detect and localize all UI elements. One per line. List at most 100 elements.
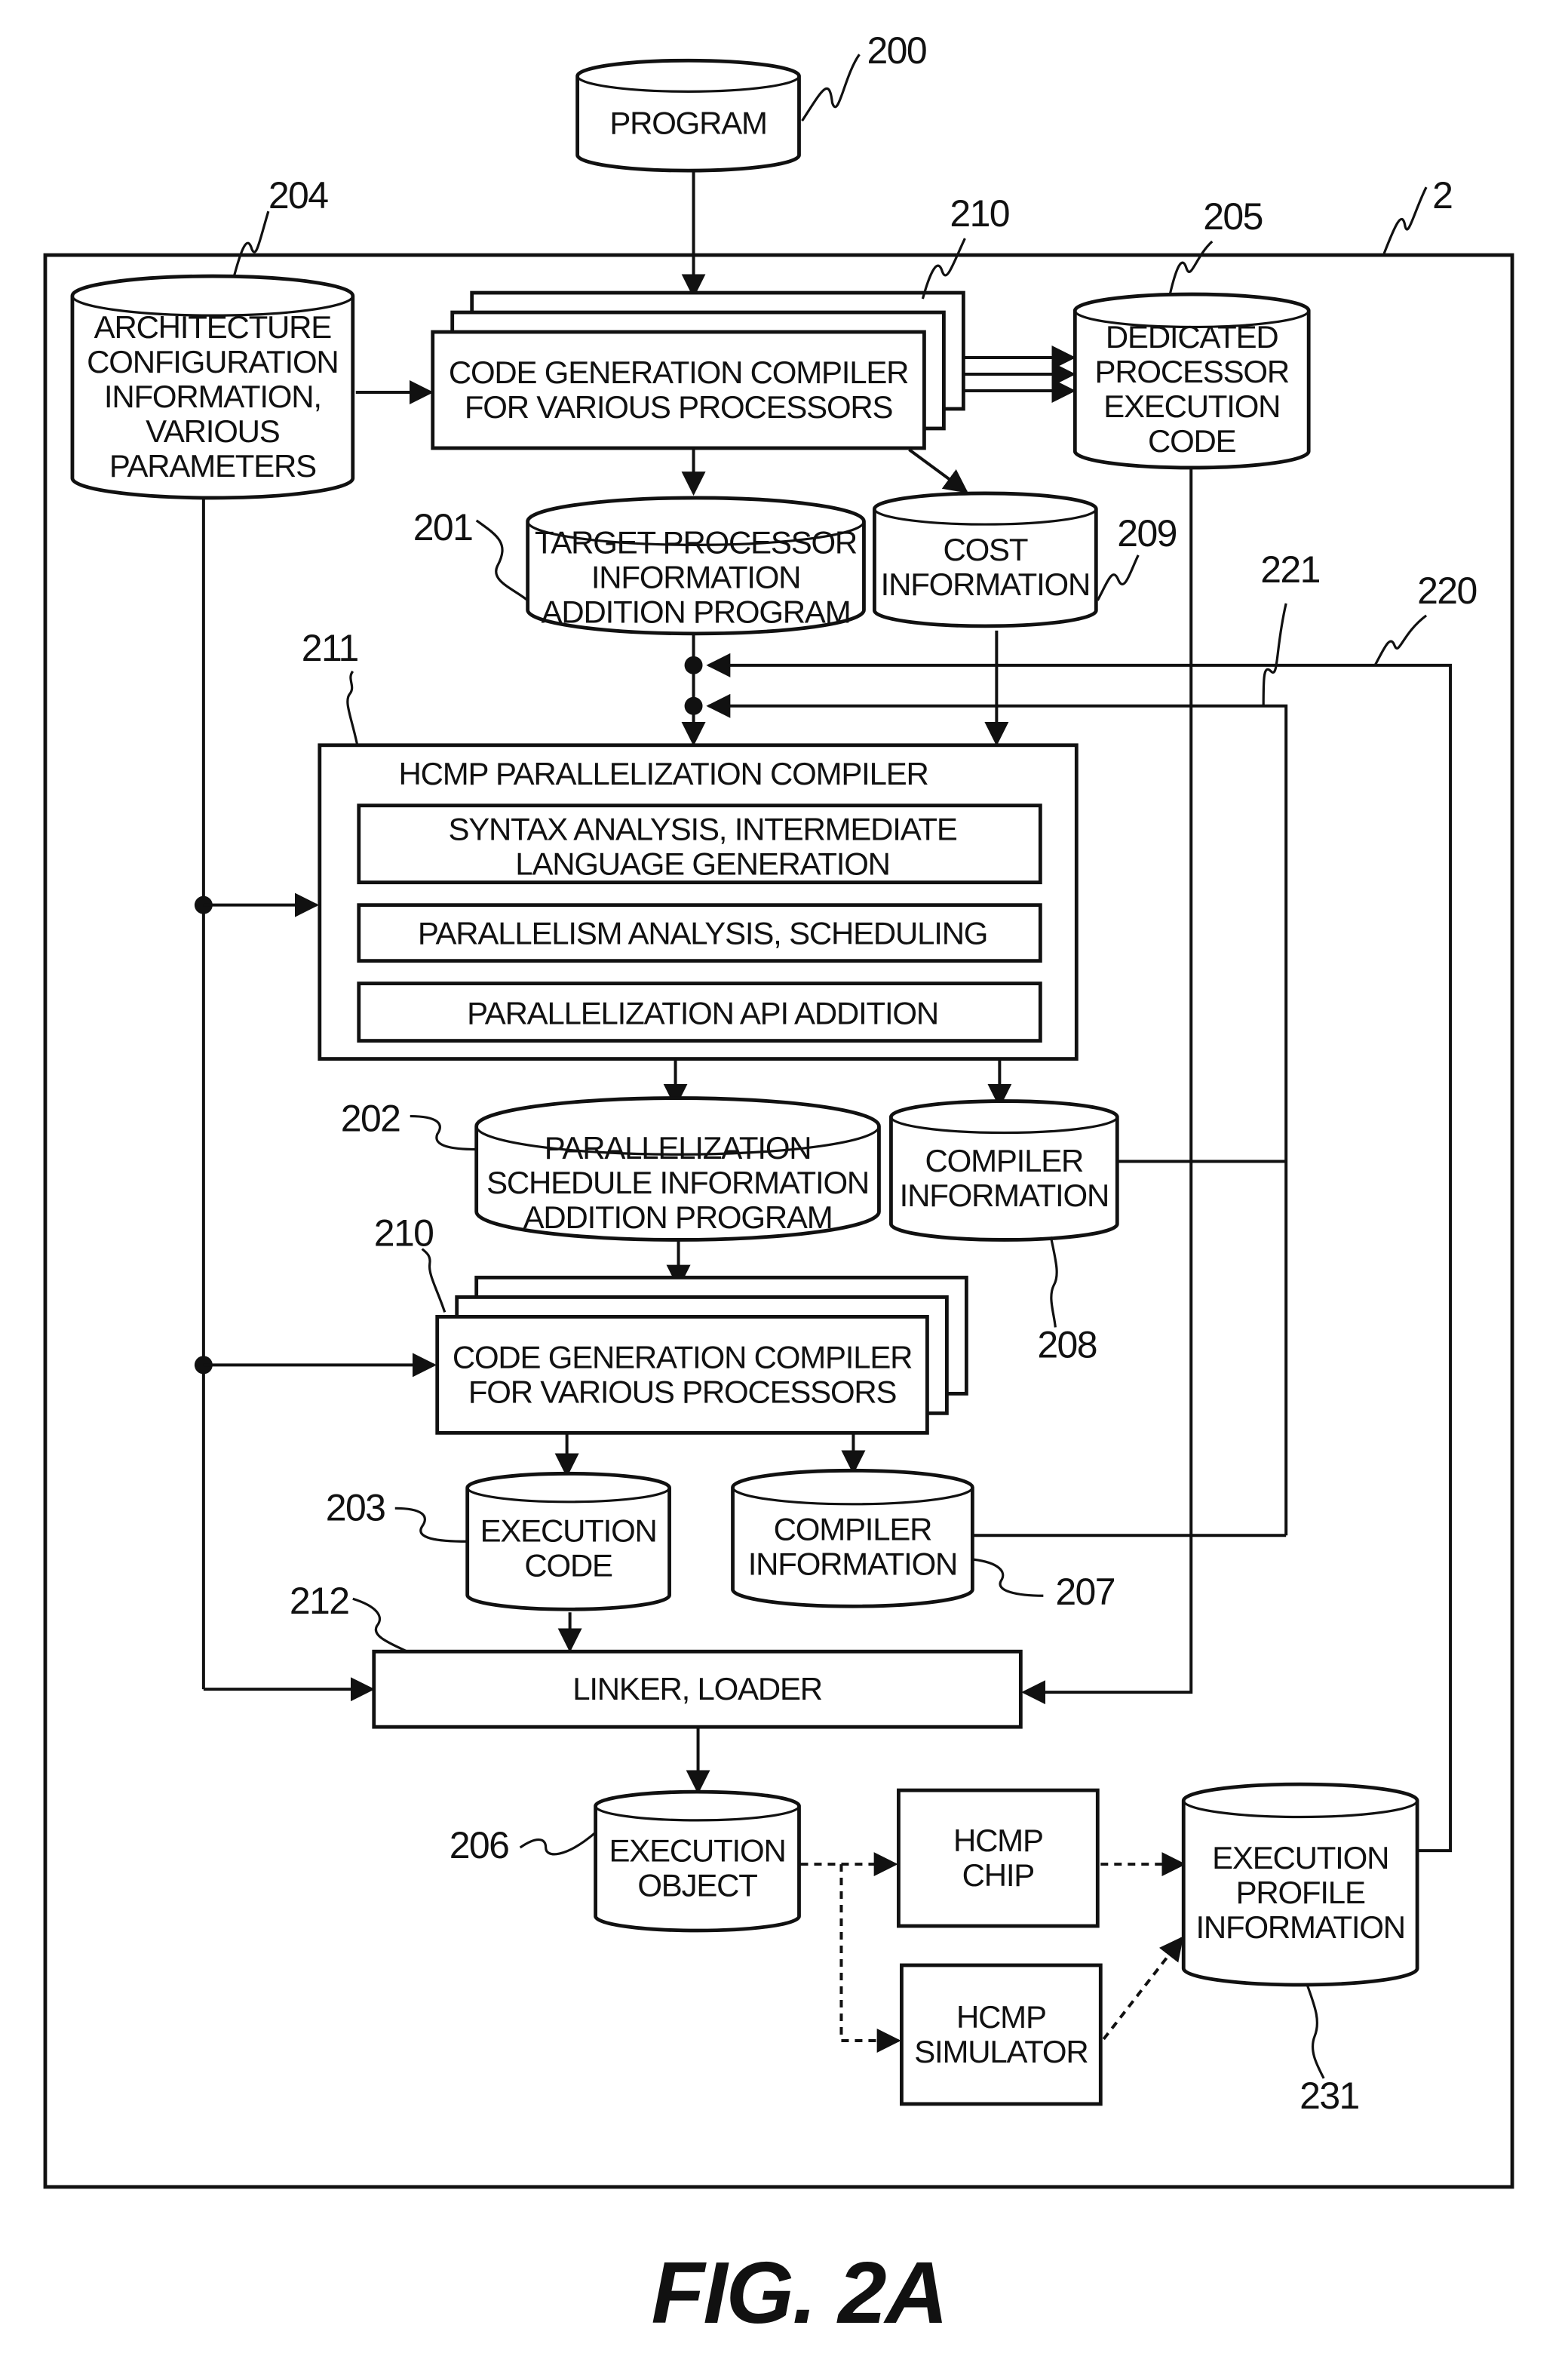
- execution-object-cylinder-label-line: EXECUTION: [609, 1833, 786, 1869]
- parallelization-schedule-program-cylinder-label-line: SCHEDULE INFORMATION: [486, 1165, 869, 1200]
- architecture-config-cylinder-label-line: INFORMATION,: [104, 379, 321, 414]
- hcmp-simulator-box-label-line: SIMULATOR: [914, 2034, 1088, 2069]
- leader-202: [410, 1114, 477, 1151]
- ref-220: 220: [1417, 570, 1477, 612]
- dashed-arrow-simulator-to-profile: [1102, 1936, 1184, 2041]
- execution-code-cylinder: EXECUTIONCODE: [465, 1471, 671, 1611]
- stage-syntax-line-2: LANGUAGE GENERATION: [515, 846, 889, 882]
- code-generation-compiler-stack-bottom: CODE GENERATION COMPILERFOR VARIOUS PROC…: [435, 1276, 968, 1435]
- code-generation-compiler-stack-top-label-line: FOR VARIOUS PROCESSORS: [465, 389, 893, 425]
- dedicated-execution-code-cylinder-label-line: DEDICATED: [1106, 319, 1278, 355]
- dedicated-execution-code-cylinder-label-line: PROCESSOR: [1095, 354, 1289, 389]
- cost-information-cylinder-label-line: INFORMATION: [881, 567, 1090, 602]
- stage-parallelism-label: PARALLELISM ANALYSIS, SCHEDULING: [418, 916, 987, 951]
- leader-203: [394, 1507, 468, 1543]
- dashed-arrow-object-to-simulator: [839, 1864, 901, 2053]
- execution-profile-cylinder-label-line: PROFILE: [1236, 1875, 1365, 1910]
- hcmp-chip-box: HCMPCHIP: [897, 1788, 1100, 1928]
- ref-204: 204: [268, 174, 328, 217]
- ref-211: 211: [302, 627, 358, 669]
- leader-221: [1262, 603, 1287, 706]
- ref-209: 209: [1117, 512, 1177, 554]
- target-processor-info-program-cylinder-label-line: TARGET PROCESSOR: [535, 525, 857, 561]
- hcmp-simulator-box-label-line: HCMP: [956, 1999, 1046, 2035]
- leader-205: [1168, 240, 1214, 295]
- code-generation-compiler-stack-top: CODE GENERATION COMPILERFOR VARIOUS PROC…: [431, 290, 965, 450]
- dedicated-execution-code-cylinder-label-line: EXECUTION: [1103, 389, 1280, 424]
- junction-dot: [684, 656, 703, 674]
- hcmp-compiler-title: HCMP PARALLELIZATION COMPILER: [398, 756, 928, 791]
- architecture-config-cylinder-label-line: PARAMETERS: [109, 448, 316, 484]
- ref-205: 205: [1203, 195, 1263, 238]
- architecture-config-cylinder-label-line: VARIOUS: [146, 413, 280, 449]
- figure-caption: FIG. 2A: [652, 2244, 947, 2342]
- execution-profile-cylinder: EXECUTIONPROFILEINFORMATION: [1181, 1782, 1419, 1987]
- stage-syntax-line-1: SYNTAX ANALYSIS, INTERMEDIATE: [448, 812, 956, 847]
- hcmp-compilation-diagram: PROGRAM ARCHITECTURECONFIGURATIONINFORMA…: [43, 29, 1514, 2342]
- dedicated-execution-code-cylinder-label-line: CODE: [1148, 423, 1236, 459]
- compiler-information-208-cylinder-label-line: INFORMATION: [900, 1178, 1109, 1213]
- code-generation-compiler-stack-top-label-line: CODE GENERATION COMPILER: [449, 355, 908, 390]
- linker-loader-label-line: LINKER, LOADER: [572, 1671, 822, 1706]
- program-cylinder: PROGRAM: [575, 58, 801, 173]
- execution-object-cylinder-label-line: OBJECT: [637, 1867, 757, 1903]
- architecture-config-cylinder-label-line: CONFIGURATION: [87, 344, 338, 379]
- leader-208: [1049, 1236, 1058, 1328]
- execution-code-cylinder-label-line: CODE: [524, 1548, 612, 1583]
- leader-207: [974, 1558, 1044, 1597]
- compiler-information-208-cylinder: COMPILERINFORMATION: [889, 1099, 1119, 1242]
- ref-210-bottom: 210: [374, 1212, 434, 1254]
- leader-209: [1096, 554, 1140, 601]
- dedicated-execution-code-cylinder: DEDICATEDPROCESSOREXECUTIONCODE: [1072, 292, 1311, 470]
- execution-object-cylinder: EXECUTIONOBJECT: [594, 1789, 801, 1933]
- ref-206: 206: [450, 1824, 509, 1866]
- leader-220: [1373, 614, 1428, 666]
- target-processor-info-program-cylinder: TARGET PROCESSORINFORMATIONADDITION PROG…: [526, 496, 866, 636]
- execution-profile-cylinder-label-line: EXECUTION: [1212, 1840, 1388, 1875]
- code-generation-compiler-stack-bottom-label-line: FOR VARIOUS PROCESSORS: [468, 1374, 897, 1409]
- parallelization-schedule-program-cylinder-label-line: PARALLELIZATION: [545, 1130, 812, 1166]
- ref-231: 231: [1300, 2075, 1359, 2117]
- leader-200: [801, 54, 861, 122]
- compiler-information-207-cylinder-label-line: COMPILER: [774, 1511, 932, 1547]
- parallelization-schedule-program-cylinder-label-line: ADDITION PROGRAM: [523, 1200, 833, 1235]
- stage-api-addition-label: PARALLELIZATION API ADDITION: [467, 996, 938, 1031]
- leader-2: [1382, 186, 1428, 254]
- ref-212: 212: [290, 1580, 349, 1622]
- junction-dot: [684, 696, 703, 715]
- compiler-information-207-cylinder-label-line: INFORMATION: [748, 1546, 957, 1581]
- parallelization-schedule-program-cylinder: PARALLELIZATIONSCHEDULE INFORMATIONADDIT…: [474, 1096, 881, 1242]
- hcmp-chip-box-label-line: HCMP: [953, 1823, 1043, 1858]
- code-generation-compiler-stack-bottom-label-line: CODE GENERATION COMPILER: [453, 1339, 912, 1375]
- hcmp-parallelization-compiler: HCMP PARALLELIZATION COMPILER SYNTAX ANA…: [318, 743, 1079, 1061]
- hcmp-chip-box-label-line: CHIP: [962, 1857, 1034, 1893]
- target-processor-info-program-cylinder-label-line: ADDITION PROGRAM: [542, 594, 851, 629]
- ref-221: 221: [1260, 548, 1320, 591]
- leader-210-bottom: [421, 1248, 446, 1313]
- ref-210-top: 210: [950, 192, 1009, 235]
- linker-loader: LINKER, LOADER: [372, 1649, 1023, 1729]
- arrow-dedicated-to-linker: [1021, 467, 1193, 1705]
- execution-profile-cylinder-label-line: INFORMATION: [1195, 1909, 1404, 1945]
- architecture-config-cylinder-label-line: ARCHITECTURE: [94, 309, 332, 345]
- cost-information-cylinder-label-line: COST: [943, 532, 1027, 567]
- ref-202: 202: [341, 1098, 400, 1140]
- hcmp-simulator-box: HCMPSIMULATOR: [900, 1963, 1103, 2106]
- compiler-information-208-cylinder-label-line: COMPILER: [925, 1143, 1084, 1178]
- program-cylinder-label-line: PROGRAM: [609, 105, 766, 140]
- target-processor-info-program-cylinder-label-line: INFORMATION: [591, 559, 800, 594]
- arrow-codegen-to-cost: [908, 448, 968, 493]
- leader-211: [346, 670, 359, 746]
- architecture-config-cylinder: ARCHITECTURECONFIGURATIONINFORMATION,VAR…: [70, 274, 355, 500]
- ref-207: 207: [1055, 1571, 1115, 1613]
- ref-2: 2: [1432, 174, 1452, 217]
- ref-208: 208: [1037, 1323, 1097, 1365]
- leader-212: [352, 1597, 408, 1653]
- ref-203: 203: [326, 1486, 385, 1528]
- leader-206: [519, 1831, 597, 1856]
- cost-information-cylinder: COSTINFORMATION: [873, 491, 1098, 628]
- ref-201: 201: [413, 506, 473, 548]
- leader-210-top: [921, 238, 966, 299]
- leader-201: [475, 519, 529, 602]
- compiler-information-207-cylinder: COMPILERINFORMATION: [731, 1468, 974, 1608]
